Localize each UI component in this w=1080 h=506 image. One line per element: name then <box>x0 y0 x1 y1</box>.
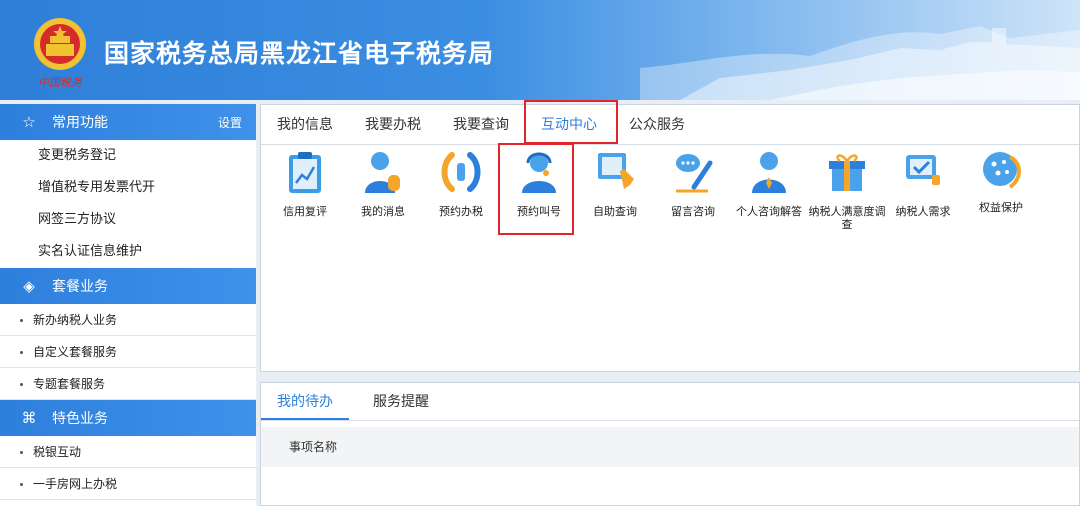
sidebar-item-new-house-tax[interactable]: 一手房网上办税 <box>0 468 256 500</box>
func-self-query[interactable]: 自助查询 <box>575 149 655 218</box>
func-label: 权益保护 <box>979 201 1023 214</box>
function-panel: 我的信息 我要办税 我要查询 互动中心 公众服务 信用复评 我的消息 预约办税 … <box>260 104 1080 372</box>
func-label: 留言咨询 <box>671 205 715 218</box>
layers-icon: ◈ <box>23 277 35 295</box>
tab-query[interactable]: 我要查询 <box>437 105 525 144</box>
func-queue-number[interactable]: 预约叫号 <box>499 149 579 218</box>
checkbox-monitor-icon <box>906 155 940 185</box>
item-label: 税银互动 <box>33 445 82 459</box>
great-wall-illustration <box>640 26 1080 100</box>
todo-tabs: 我的待办 服务提醒 <box>261 383 1079 421</box>
sidebar: ☆ 常用功能 设置 变更税务登记 增值税专用发票代开 网签三方协议 实名认证信息… <box>0 104 256 506</box>
sidebar-item-real-name-auth[interactable]: 实名认证信息维护 <box>0 236 256 268</box>
func-label: 信用复评 <box>283 205 327 218</box>
main-tabs: 我的信息 我要办税 我要查询 互动中心 公众服务 <box>261 105 1079 145</box>
bullet-icon <box>20 319 23 322</box>
chat-pen-icon <box>676 154 713 193</box>
bullet-icon <box>20 451 23 454</box>
func-label: 纳税人需求 <box>895 205 951 218</box>
func-label: 预约叫号 <box>517 205 561 218</box>
tab-my-info[interactable]: 我的信息 <box>261 105 349 144</box>
sidebar-item-new-taxpayer[interactable]: 新办纳税人业务 <box>0 304 256 336</box>
bullet-icon <box>20 483 23 486</box>
func-message-consult[interactable]: 留言咨询 <box>653 149 733 218</box>
phone-icon <box>441 152 481 192</box>
settings-link[interactable]: 设置 <box>218 114 242 131</box>
func-label: 纳税人满意度调查 <box>808 205 886 231</box>
sidebar-section-special[interactable]: ⌘ 特色业务 <box>0 400 256 436</box>
credit-review-icon <box>289 152 321 193</box>
item-label: 专题套餐服务 <box>33 377 106 391</box>
touch-screen-icon <box>598 153 634 189</box>
sidebar-section-package[interactable]: ◈ 套餐业务 <box>0 268 256 304</box>
item-label: 自定义套餐服务 <box>33 345 118 359</box>
tab-public-service[interactable]: 公众服务 <box>613 105 701 144</box>
func-satisfaction-survey[interactable]: 纳税人满意度调查 <box>807 149 887 231</box>
func-book-tax[interactable]: 预约办税 <box>421 149 501 218</box>
emblem-caption: 中国税务 <box>38 76 83 89</box>
section-title-package: 套餐业务 <box>52 279 108 295</box>
section-title-common: 常用功能 <box>52 115 108 131</box>
sidebar-section-common[interactable]: ☆ 常用功能 设置 <box>0 104 256 140</box>
func-personal-consult[interactable]: 个人咨询解答 <box>729 149 809 218</box>
sidebar-item-custom-package[interactable]: 自定义套餐服务 <box>0 336 256 368</box>
section-title-special: 特色业务 <box>52 411 108 427</box>
bullet-icon <box>20 383 23 386</box>
function-icon-grid: 信用复评 我的消息 预约办税 预约叫号 自助查询 留言咨询 个人咨询解答 纳税人… <box>261 149 1080 259</box>
func-rights-protection[interactable]: 权益保护 <box>961 149 1041 214</box>
sidebar-item-change-registration[interactable]: 变更税务登记 <box>0 140 256 172</box>
headset-person-icon <box>522 152 556 193</box>
site-title: 国家税务总局黑龙江省电子税务局 <box>104 39 495 68</box>
sidebar-item-topic-package[interactable]: 专题套餐服务 <box>0 368 256 400</box>
sidebar-item-vat-invoice[interactable]: 增值税专用发票代开 <box>0 172 256 204</box>
message-person-icon <box>365 152 400 193</box>
todo-table-header: 事项名称 <box>261 427 1079 467</box>
star-icon: ☆ <box>22 113 36 131</box>
item-label: 一手房网上办税 <box>33 477 118 491</box>
tab-my-todo[interactable]: 我的待办 <box>261 383 349 420</box>
func-my-messages[interactable]: 我的消息 <box>343 149 423 218</box>
tab-service-reminder[interactable]: 服务提醒 <box>357 383 445 420</box>
bullet-icon <box>20 351 23 354</box>
tax-emblem-icon: 中国税务 <box>28 14 92 94</box>
func-label: 个人咨询解答 <box>736 205 802 218</box>
sidebar-item-tax-bank[interactable]: 税银互动 <box>0 436 256 468</box>
sidebar-item-tripartite-agreement[interactable]: 网签三方协议 <box>0 204 256 236</box>
header-banner: 中国税务 国家税务总局黑龙江省电子税务局 <box>0 0 1080 100</box>
item-label: 新办纳税人业务 <box>33 313 118 327</box>
person-icon <box>752 152 786 193</box>
func-label: 预约办税 <box>439 205 483 218</box>
tab-tax-handling[interactable]: 我要办税 <box>349 105 437 144</box>
func-label: 我的消息 <box>361 205 405 218</box>
shield-cookie-icon <box>983 152 1021 189</box>
todo-panel: 我的待办 服务提醒 事项名称 <box>260 382 1080 506</box>
func-credit-review[interactable]: 信用复评 <box>265 149 345 218</box>
column-header-item-name: 事项名称 <box>289 440 338 454</box>
func-label: 自助查询 <box>593 205 637 218</box>
func-taxpayer-needs[interactable]: 纳税人需求 <box>883 149 963 218</box>
tab-interaction-center[interactable]: 互动中心 <box>525 105 613 144</box>
gift-icon <box>829 154 865 191</box>
grid-icon: ⌘ <box>21 409 37 427</box>
